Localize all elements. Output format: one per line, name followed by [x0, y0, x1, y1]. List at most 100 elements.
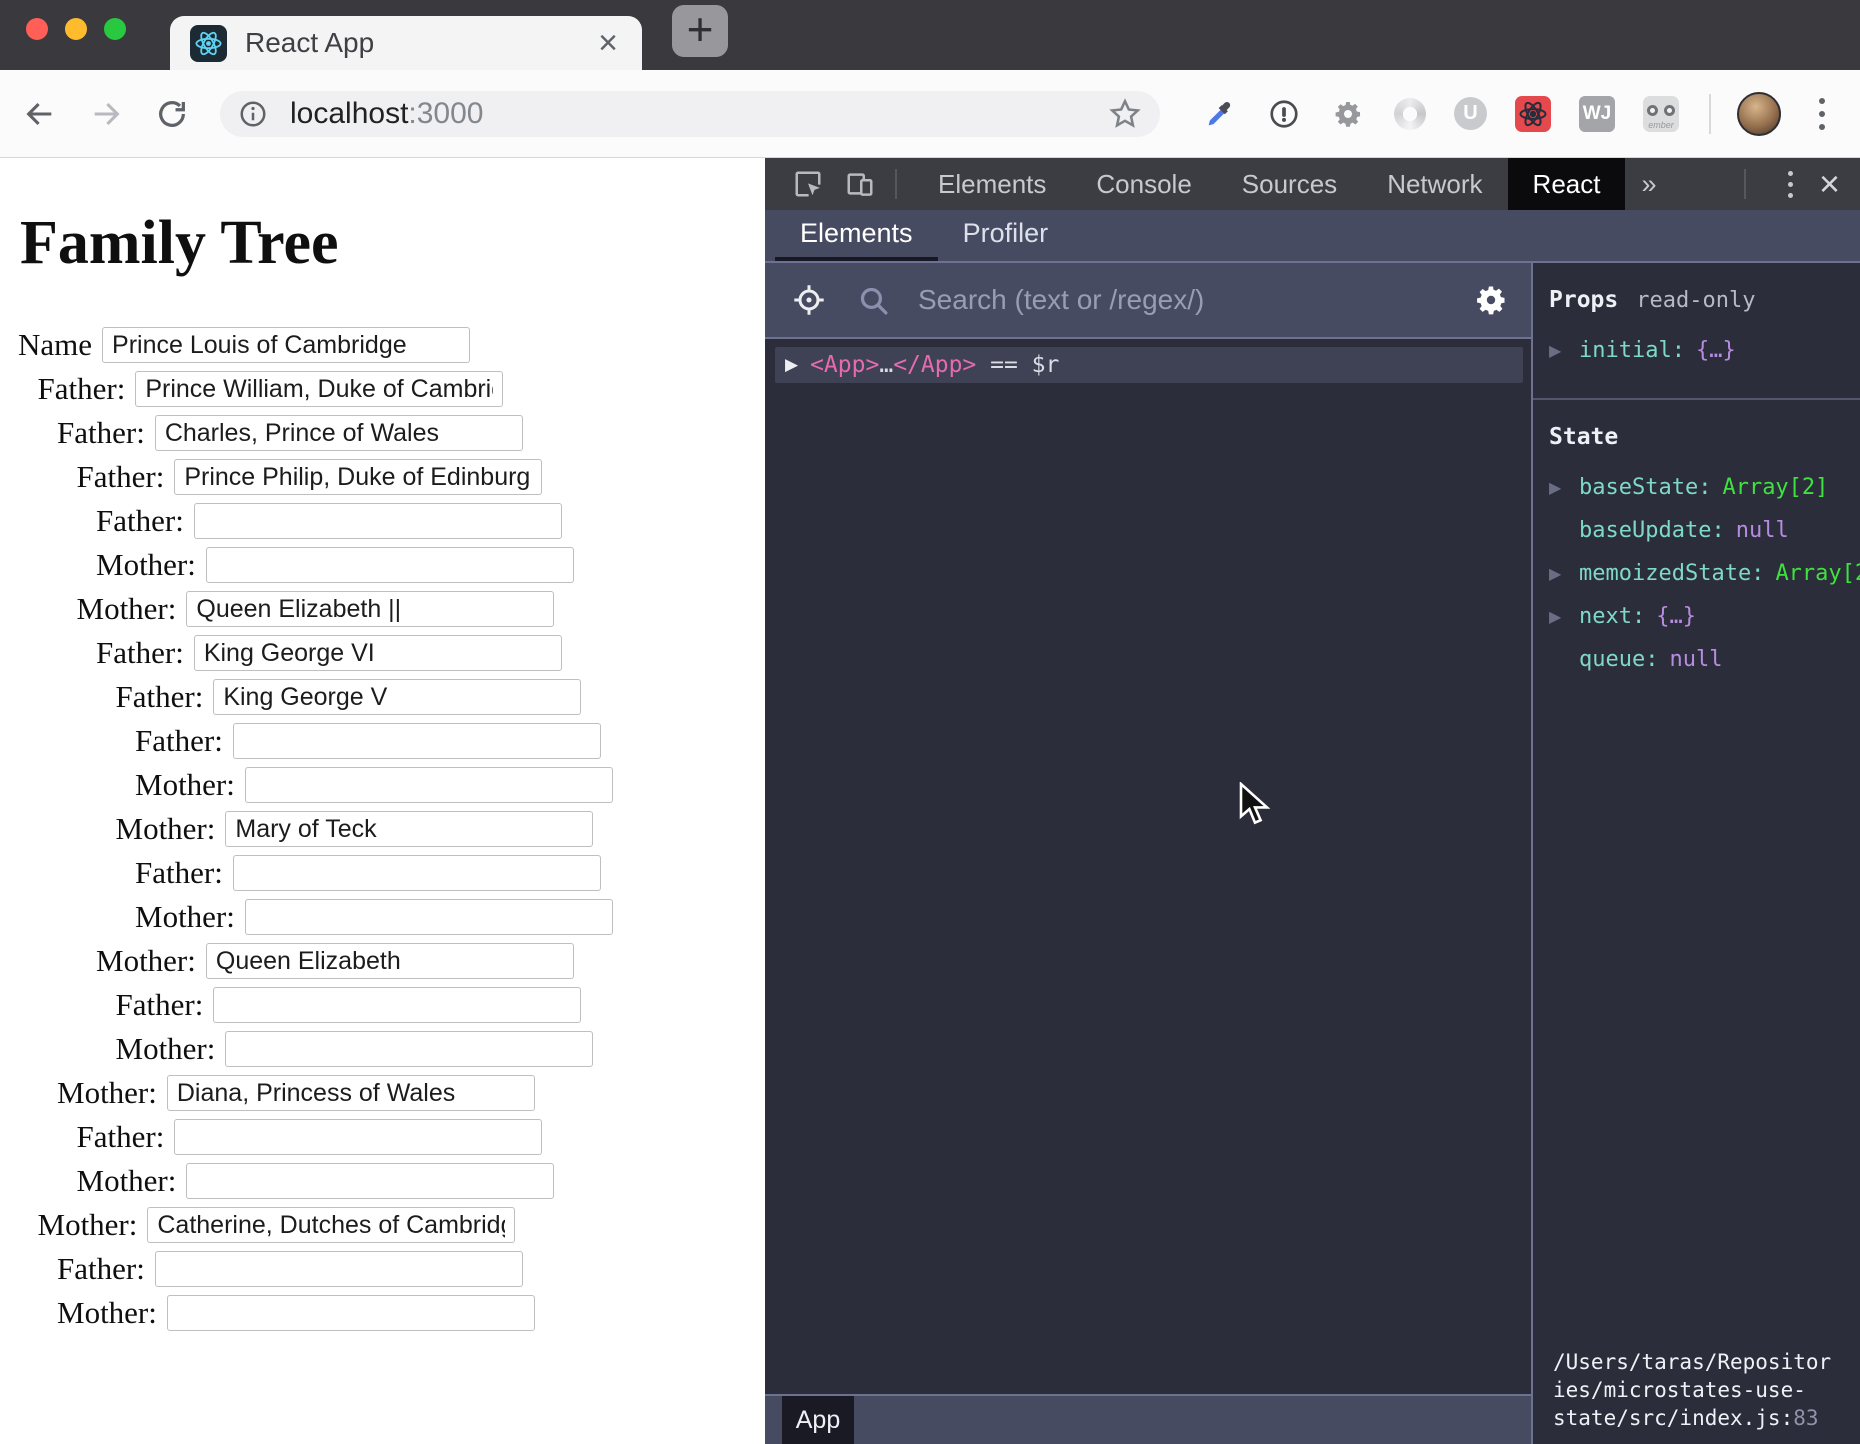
- url-text[interactable]: localhost:3000: [290, 97, 483, 131]
- property-row[interactable]: ▶ baseUpdate: null: [1549, 509, 1860, 552]
- select-element-locate-icon[interactable]: [791, 282, 827, 318]
- relation-label: Mother:: [116, 811, 216, 847]
- password-manager-extension-icon[interactable]: [1266, 96, 1302, 132]
- more-tabs-chevron-icon[interactable]: »: [1641, 169, 1656, 200]
- address-bar[interactable]: localhost:3000: [220, 91, 1160, 137]
- tab-close-icon[interactable]: ×: [594, 26, 622, 60]
- family-tree-row: Mother:: [0, 1163, 765, 1199]
- person-name-input[interactable]: [233, 855, 601, 891]
- devtools-panel: Elements Console Sources Network React »…: [765, 158, 1860, 1444]
- swirl-extension-icon[interactable]: [1394, 98, 1426, 130]
- person-name-input[interactable]: [167, 1295, 535, 1331]
- adblock-gear-extension-icon[interactable]: [1330, 96, 1366, 132]
- expand-triangle-icon[interactable]: ▶: [1549, 341, 1579, 360]
- family-tree-row: Mother:: [0, 1031, 765, 1067]
- person-name-input[interactable]: [194, 503, 562, 539]
- settings-gear-icon[interactable]: [1473, 282, 1509, 318]
- expand-triangle-icon[interactable]: ▶: [1549, 607, 1579, 626]
- person-name-input[interactable]: [174, 1119, 542, 1155]
- family-tree-row: Mother:: [0, 591, 765, 627]
- device-toolbar-icon[interactable]: [841, 165, 879, 203]
- inspect-element-icon[interactable]: [789, 165, 827, 203]
- relation-label: Father:: [57, 1251, 145, 1287]
- expand-triangle-icon[interactable]: ▶: [1549, 478, 1579, 497]
- person-name-input[interactable]: [225, 811, 593, 847]
- site-info-icon[interactable]: [238, 99, 268, 129]
- new-tab-button[interactable]: +: [672, 5, 728, 57]
- source-line-number: 83: [1793, 1406, 1818, 1430]
- ember-inspector-extension-icon[interactable]: ember: [1643, 96, 1679, 132]
- person-name-input[interactable]: [245, 767, 613, 803]
- property-key: next:: [1579, 604, 1645, 629]
- devtools-tab[interactable]: React: [1508, 158, 1626, 210]
- person-name-input[interactable]: [186, 591, 554, 627]
- devtools-tab[interactable]: Sources: [1217, 158, 1362, 210]
- family-tree-row: Father:: [0, 1251, 765, 1287]
- relation-label: Father:: [77, 1119, 165, 1155]
- person-name-input[interactable]: [167, 1075, 535, 1111]
- person-name-input[interactable]: [102, 327, 470, 363]
- profile-avatar[interactable]: [1737, 92, 1781, 136]
- expand-triangle-icon[interactable]: ▶: [1549, 564, 1579, 583]
- app-component-row[interactable]: ▶ <App>…</App> == $r: [775, 347, 1523, 383]
- breadcrumb-app-badge[interactable]: App: [782, 1396, 854, 1444]
- property-row[interactable]: ▶ next: {…}: [1549, 595, 1860, 638]
- property-row[interactable]: ▶ baseState: Array[2]: [1549, 466, 1860, 509]
- person-name-input[interactable]: [206, 943, 574, 979]
- url-host: localhost: [290, 97, 408, 130]
- window-minimize-button[interactable]: [65, 18, 87, 40]
- devtools-close-icon[interactable]: ×: [1819, 166, 1840, 202]
- source-location[interactable]: /Users/taras/Repositor ies/microstates-u…: [1533, 1348, 1860, 1444]
- extensions-strip: U WJ ember: [1202, 96, 1679, 132]
- forward-button-icon[interactable]: [84, 92, 128, 136]
- window-zoom-button[interactable]: [104, 18, 126, 40]
- browser-menu-icon[interactable]: [1813, 92, 1831, 136]
- search-input[interactable]: [916, 283, 1459, 317]
- family-tree-row: Name: [0, 327, 765, 363]
- expand-triangle-icon[interactable]: ▶: [785, 355, 798, 375]
- bookmark-star-icon[interactable]: [1108, 97, 1142, 131]
- react-devtools-extension-icon[interactable]: [1515, 96, 1551, 132]
- person-name-input[interactable]: [147, 1207, 515, 1243]
- property-key: memoizedState:: [1579, 561, 1764, 586]
- person-name-input[interactable]: [194, 635, 562, 671]
- browser-tab[interactable]: React App ×: [170, 16, 642, 70]
- react-devtools-subtab[interactable]: Elements: [775, 210, 938, 261]
- property-row[interactable]: ▶ initial: {…}: [1549, 329, 1860, 372]
- person-name-input[interactable]: [186, 1163, 554, 1199]
- toolbar-separator: [1709, 94, 1711, 134]
- eyedropper-extension-icon[interactable]: [1202, 96, 1238, 132]
- property-row[interactable]: ▶ queue: null: [1549, 638, 1860, 681]
- reload-button-icon[interactable]: [150, 92, 194, 136]
- devtools-tab[interactable]: Console: [1071, 158, 1216, 210]
- family-tree-row: Mother:: [0, 767, 765, 803]
- person-name-input[interactable]: [135, 371, 503, 407]
- person-name-input[interactable]: [155, 415, 523, 451]
- person-name-input[interactable]: [155, 1251, 523, 1287]
- devtools-tab[interactable]: Network: [1362, 158, 1507, 210]
- person-name-input[interactable]: [213, 679, 581, 715]
- react-favicon-icon: [190, 25, 227, 62]
- person-name-input[interactable]: [225, 1031, 593, 1067]
- relation-label: Mother:: [96, 943, 196, 979]
- u-extension-icon[interactable]: U: [1454, 97, 1487, 130]
- property-row[interactable]: ▶ memoizedState: Array[2]: [1549, 552, 1860, 595]
- back-button-icon[interactable]: [18, 92, 62, 136]
- person-name-input[interactable]: [245, 899, 613, 935]
- devtools-menu-icon[interactable]: [1784, 167, 1797, 202]
- devtools-tab[interactable]: Elements: [913, 158, 1071, 210]
- react-devtools-subtabs: Elements Profiler: [765, 210, 1860, 263]
- person-name-input[interactable]: [213, 987, 581, 1023]
- person-name-input[interactable]: [174, 459, 542, 495]
- window-close-button[interactable]: [26, 18, 48, 40]
- react-devtools-subtab[interactable]: Profiler: [938, 210, 1074, 261]
- family-tree-row: Father:: [0, 1119, 765, 1155]
- children-ellipsis: …: [879, 352, 893, 378]
- relation-label: Father:: [116, 679, 204, 715]
- property-key: baseState:: [1579, 475, 1711, 500]
- person-name-input[interactable]: [233, 723, 601, 759]
- person-name-input[interactable]: [206, 547, 574, 583]
- relation-label: Mother:: [38, 1207, 138, 1243]
- family-tree-row: Father:: [0, 855, 765, 891]
- wallaby-extension-icon[interactable]: WJ: [1579, 96, 1615, 132]
